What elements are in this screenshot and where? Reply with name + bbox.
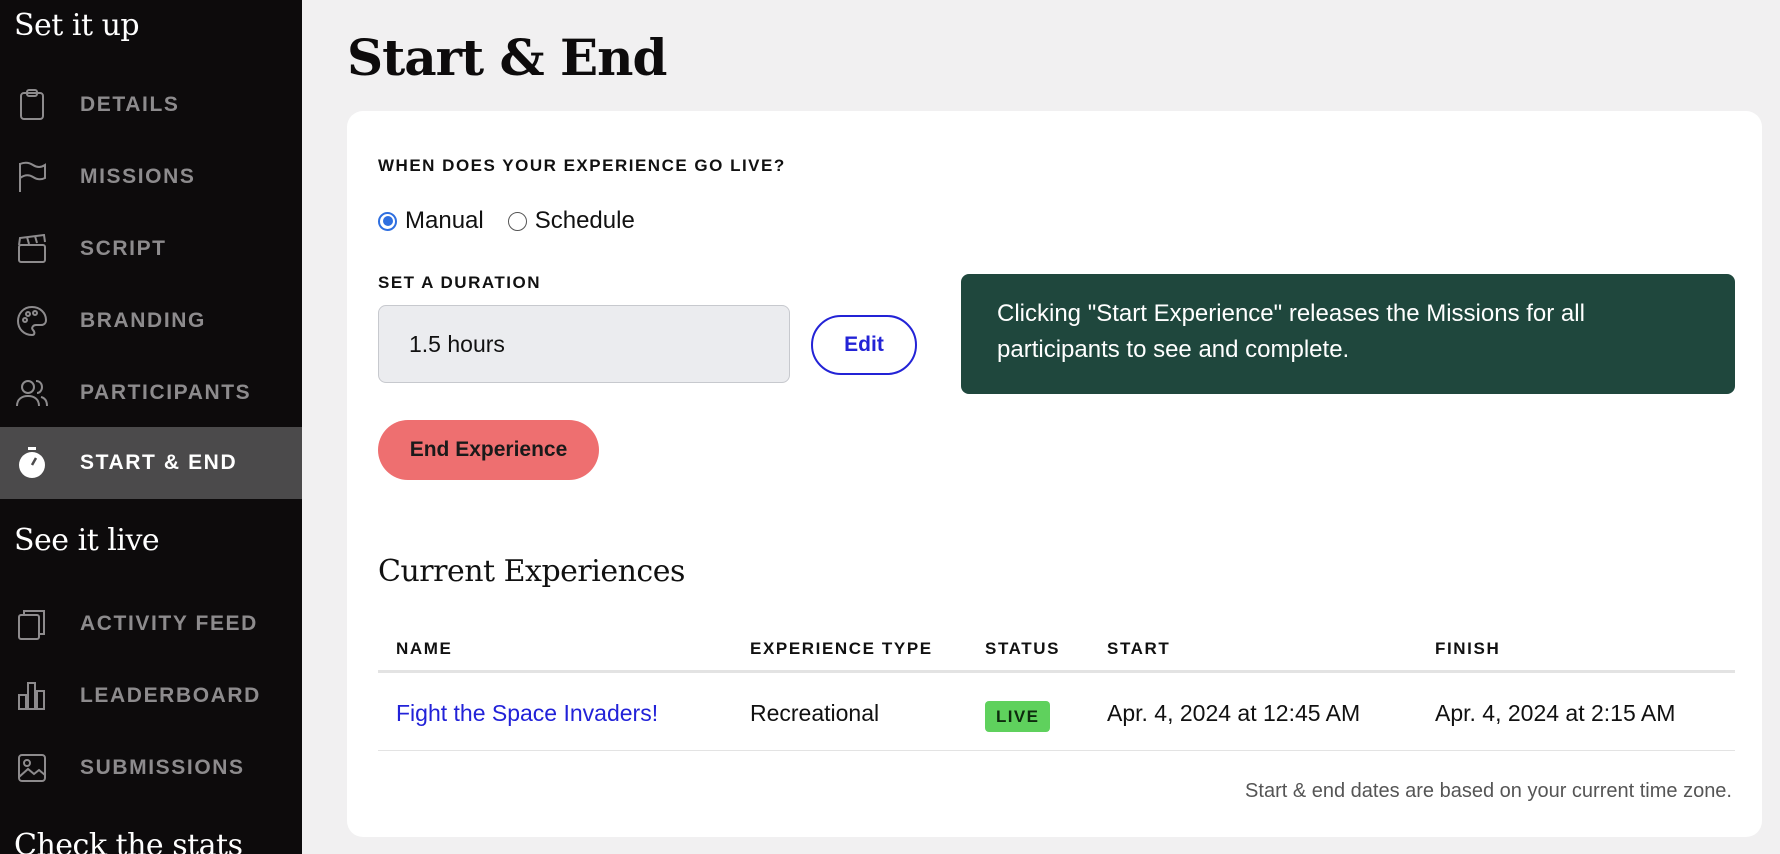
sidebar-item-label: BRANDING xyxy=(80,309,206,332)
sidebar-item-label: START & END xyxy=(80,451,238,474)
main-content: Start & End WHEN DOES YOUR EXPERIENCE GO… xyxy=(302,0,1780,854)
duration-label: SET A DURATION xyxy=(378,273,541,292)
sidebar-item-label: SCRIPT xyxy=(80,237,167,260)
sidebar-item-label: PARTICIPANTS xyxy=(80,381,252,404)
sidebar-item-script[interactable]: SCRIPT xyxy=(0,213,302,285)
palette-icon xyxy=(16,305,48,337)
radio-manual-label[interactable]: Manual xyxy=(405,207,484,235)
info-callout: Clicking "Start Experience" releases the… xyxy=(961,274,1735,394)
stopwatch-icon xyxy=(16,447,48,479)
sidebar-item-label: MISSIONS xyxy=(80,165,196,188)
table-row: Fight the Space Invaders! Recreational L… xyxy=(378,676,1735,751)
flag-icon xyxy=(16,161,48,193)
column-header-start: START xyxy=(1107,639,1171,658)
bar-chart-icon xyxy=(16,680,48,712)
sidebar-item-activity-feed[interactable]: ACTIVITY FEED xyxy=(0,588,302,660)
duration-field[interactable]: 1.5 hours xyxy=(378,305,790,383)
status-badge: LIVE xyxy=(985,701,1051,732)
go-live-options: Manual Schedule xyxy=(378,207,659,235)
users-icon xyxy=(16,377,48,409)
current-experiences-heading: Current Experiences xyxy=(378,554,685,589)
sidebar-item-submissions[interactable]: SUBMISSIONS xyxy=(0,732,302,804)
edit-duration-button[interactable]: Edit xyxy=(811,315,917,375)
experience-type: Recreational xyxy=(750,700,880,726)
timezone-footnote: Start & end dates are based on your curr… xyxy=(1245,780,1732,802)
sidebar-item-participants[interactable]: PARTICIPANTS xyxy=(0,357,302,429)
experience-name-link[interactable]: Fight the Space Invaders! xyxy=(396,700,658,727)
clapperboard-icon xyxy=(16,233,48,265)
sidebar-item-label: LEADERBOARD xyxy=(80,684,261,707)
table-header: NAME EXPERIENCE TYPE STATUS START FINISH xyxy=(378,631,1735,673)
experience-finish: Apr. 4, 2024 at 2:15 AM xyxy=(1435,700,1676,726)
sidebar-item-start-end[interactable]: START & END xyxy=(0,427,302,499)
column-header-type: EXPERIENCE TYPE xyxy=(750,639,933,658)
section-title-stats: Check the stats xyxy=(14,828,243,854)
sidebar-item-details[interactable]: DETAILS xyxy=(0,69,302,141)
settings-card: WHEN DOES YOUR EXPERIENCE GO LIVE? Manua… xyxy=(347,111,1762,837)
go-live-label: WHEN DOES YOUR EXPERIENCE GO LIVE? xyxy=(378,156,786,175)
page-title: Start & End xyxy=(347,28,667,87)
sidebar-item-branding[interactable]: BRANDING xyxy=(0,285,302,357)
radio-manual[interactable] xyxy=(378,211,397,231)
clipboard-icon xyxy=(16,89,48,121)
column-header-finish: FINISH xyxy=(1435,639,1501,658)
sidebar-item-label: ACTIVITY FEED xyxy=(80,612,258,635)
sidebar-item-missions[interactable]: MISSIONS xyxy=(0,141,302,213)
sidebar-item-leaderboard[interactable]: LEADERBOARD xyxy=(0,660,302,732)
image-icon xyxy=(16,752,48,784)
sidebar-item-label: SUBMISSIONS xyxy=(80,756,245,779)
column-header-name: NAME xyxy=(396,639,453,658)
radio-schedule-label[interactable]: Schedule xyxy=(535,207,635,235)
section-title-live: See it live xyxy=(14,523,160,558)
experience-start: Apr. 4, 2024 at 12:45 AM xyxy=(1107,700,1361,726)
sidebar: Set it up DETAILS MISSIONS SCRIPT BRANDI… xyxy=(0,0,302,854)
section-title-setup: Set it up xyxy=(14,8,140,43)
radio-schedule[interactable] xyxy=(507,211,527,231)
sidebar-item-label: DETAILS xyxy=(80,93,180,116)
feed-icon xyxy=(16,608,48,640)
end-experience-button[interactable]: End Experience xyxy=(378,420,599,480)
column-header-status: STATUS xyxy=(985,639,1061,658)
